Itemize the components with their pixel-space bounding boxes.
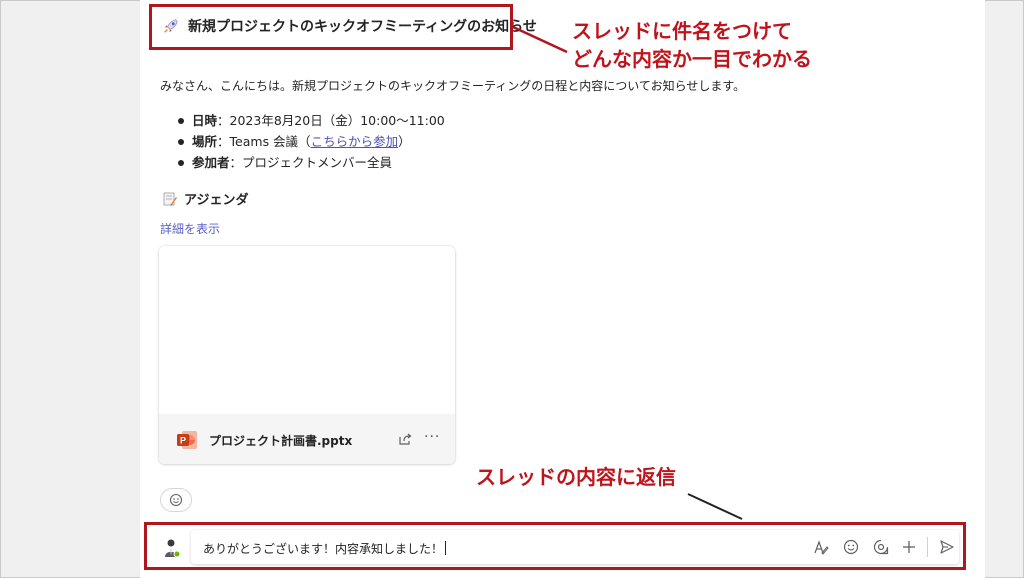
detail-value: プロジェクトメンバー全員	[242, 155, 393, 170]
list-item: 場所：Teams 会議（こちらから参加）	[178, 131, 445, 152]
file-attachment-card[interactable]: P プロジェクト計画書.pptx ···	[159, 246, 455, 464]
plus-icon[interactable]	[901, 539, 917, 555]
more-icon[interactable]: ···	[424, 429, 440, 445]
memo-icon	[163, 192, 177, 205]
file-preview[interactable]	[159, 246, 455, 414]
emoji-icon[interactable]	[843, 539, 859, 555]
right-gutter	[985, 1, 1023, 577]
left-gutter	[1, 1, 140, 577]
detail-label: 場所	[192, 134, 218, 149]
join-meeting-link[interactable]: こちらから参加	[311, 134, 399, 149]
detail-value: Teams 会議（	[229, 134, 311, 149]
thread-intro: みなさん、こんにちは。新規プロジェクトのキックオフミーティングの日程と内容につい…	[160, 79, 746, 93]
format-icon[interactable]	[813, 539, 829, 555]
list-item: 参加者：プロジェクトメンバー全員	[178, 152, 445, 173]
reaction-icon	[169, 493, 183, 507]
show-details-link[interactable]: 詳細を表示	[160, 220, 220, 237]
detail-label: 日時	[192, 113, 218, 128]
title-highlight-box	[149, 4, 513, 50]
list-item: 日時：2023年8月20日（金）10:00〜11:00	[178, 110, 445, 131]
reply-area-highlight: ありがとうございます！内容承知しました！	[144, 522, 966, 570]
share-icon[interactable]	[397, 431, 413, 447]
toolbar-divider	[927, 537, 928, 557]
detail-value: 2023年8月20日（金）10:00〜11:00	[229, 113, 445, 128]
detail-label: 参加者	[192, 155, 230, 170]
svg-text:P: P	[180, 436, 186, 446]
reply-input[interactable]: ありがとうございます！内容承知しました！	[203, 540, 447, 557]
powerpoint-icon: P	[177, 431, 197, 449]
reply-annotation: スレッドの内容に返信	[476, 467, 676, 489]
reply-compose-box[interactable]: ありがとうございます！内容承知しました！	[191, 530, 959, 564]
text-caret	[445, 541, 447, 555]
agenda-heading: アジェンダ	[162, 189, 248, 208]
agenda-label: アジェンダ	[184, 193, 249, 208]
title-annotation: スレッドに件名をつけて どんな内容か一目でわかる	[572, 21, 812, 71]
file-name[interactable]: プロジェクト計画書.pptx	[209, 432, 352, 449]
add-reaction-button[interactable]	[160, 488, 192, 512]
avatar-icon	[165, 539, 181, 558]
loop-icon[interactable]	[873, 539, 889, 555]
file-footer: P プロジェクト計画書.pptx ···	[159, 414, 455, 464]
send-icon[interactable]	[939, 539, 955, 555]
meeting-details-list: 日時：2023年8月20日（金）10:00〜11:00 場所：Teams 会議（…	[178, 110, 445, 173]
